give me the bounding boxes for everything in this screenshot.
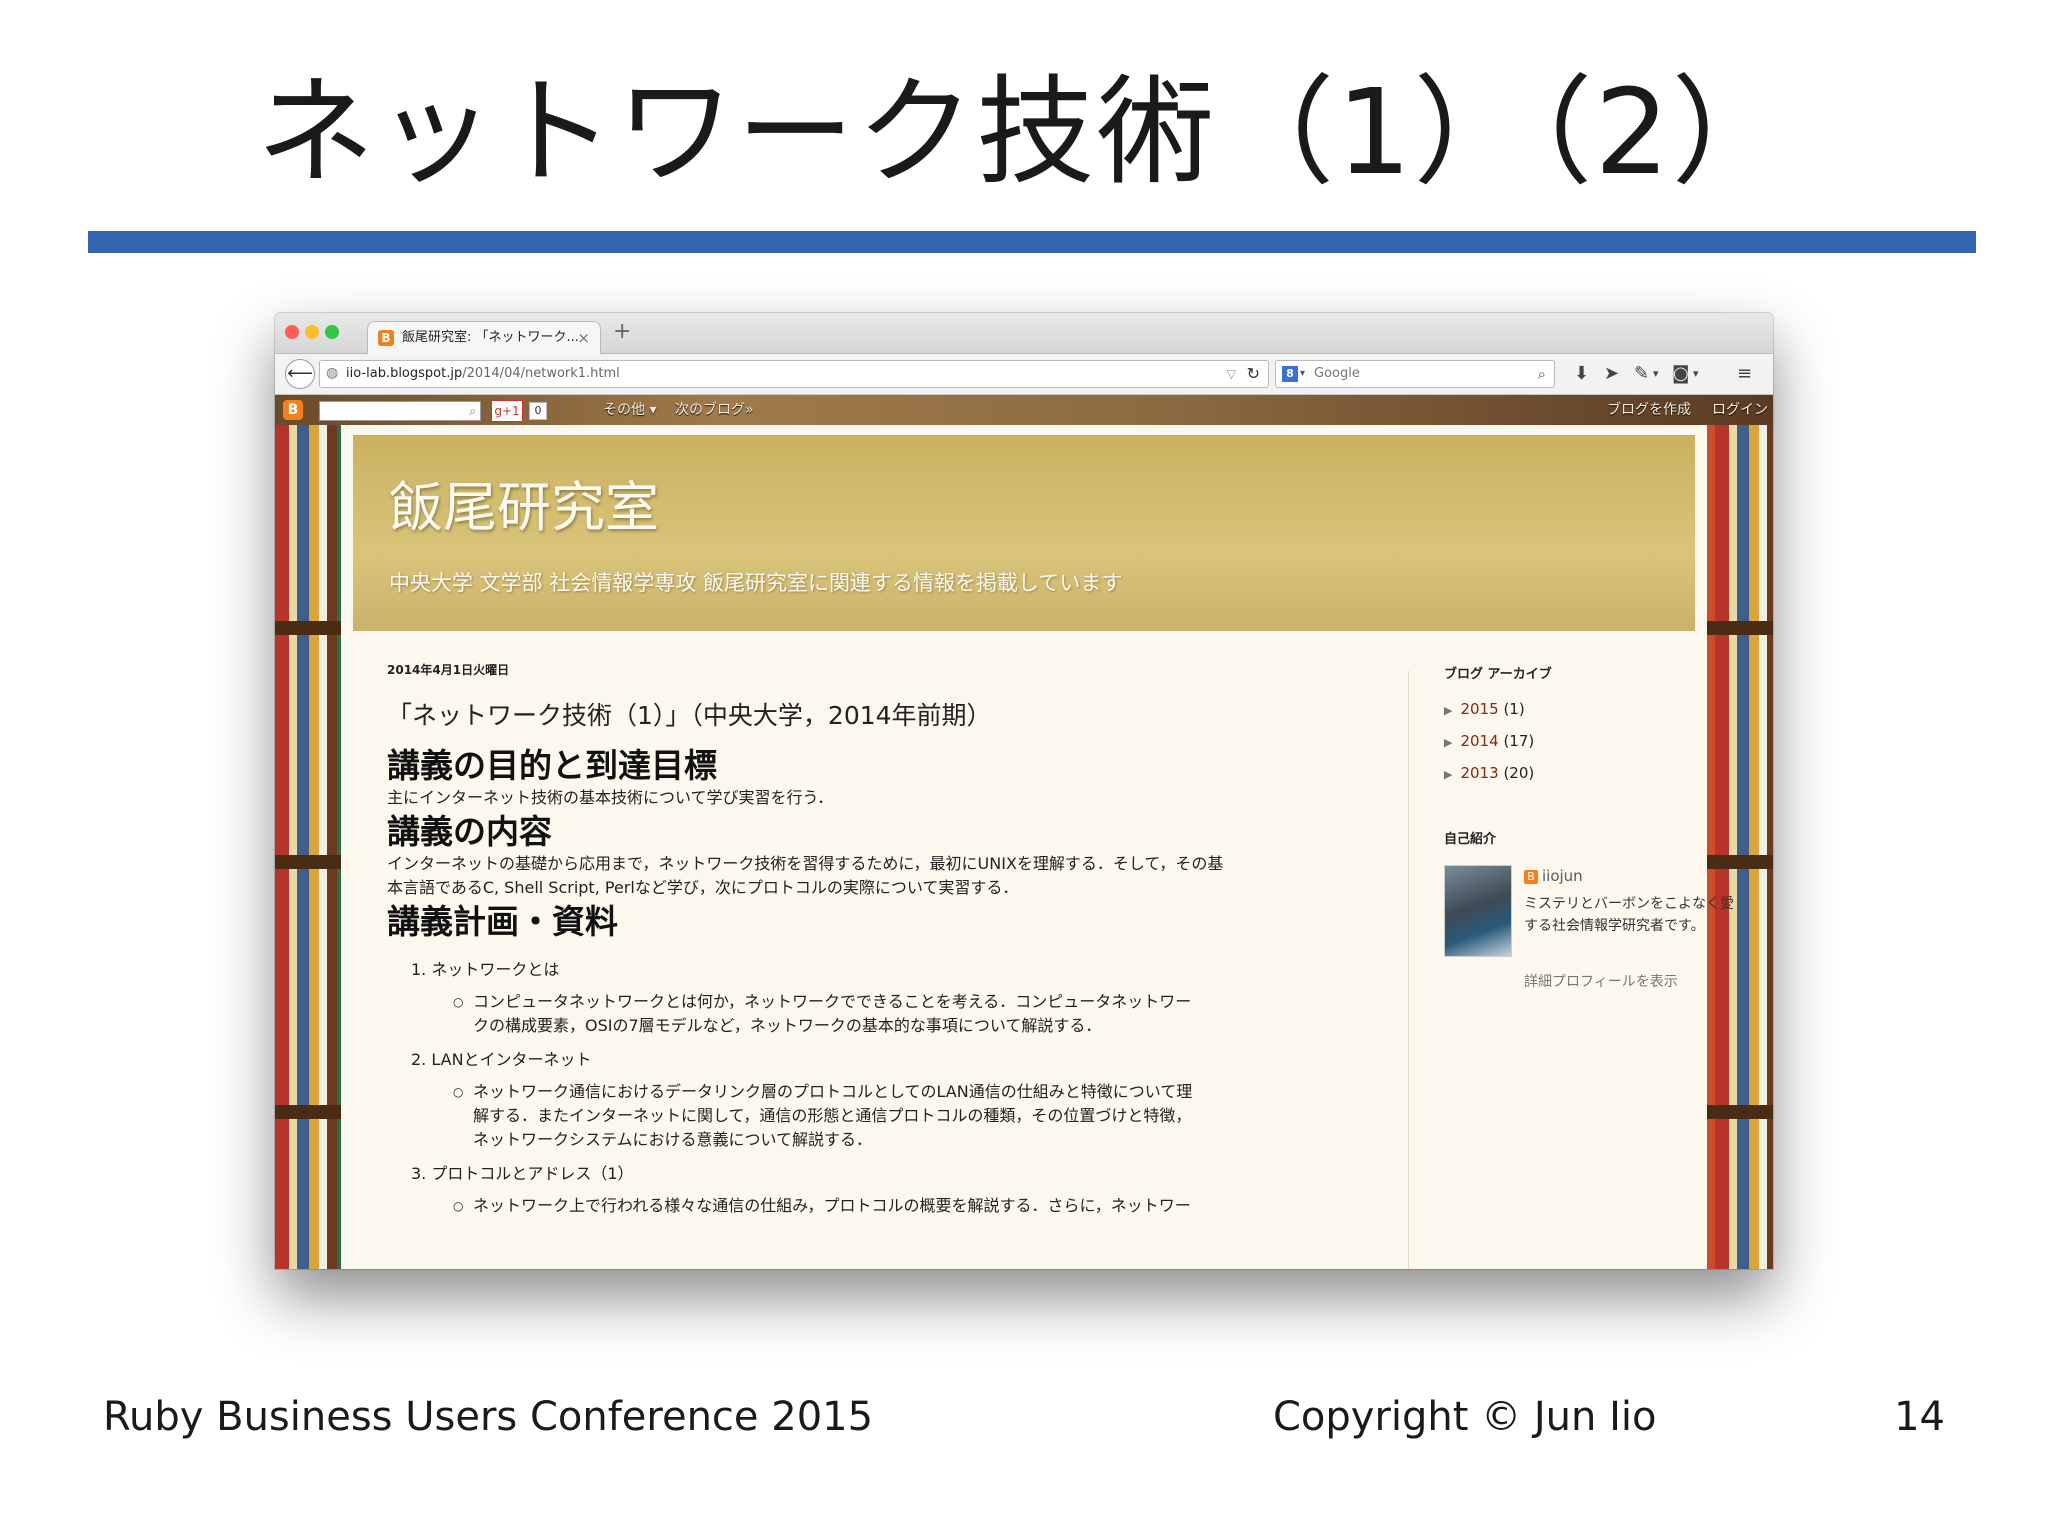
back-arrow-icon[interactable]: ⟵	[285, 359, 315, 389]
url-host: iio-lab.blogspot.jp	[346, 366, 463, 381]
profile-name[interactable]: iiojun	[1542, 867, 1583, 885]
sidebar: ブログ アーカイブ ▶ 2015 (1) ▶ 2014 (17) ▶ 2013 (20…	[1444, 663, 1734, 1005]
heading-content: 講義の内容	[387, 812, 552, 851]
search-placeholder: Google	[1314, 366, 1360, 381]
expand-triangle-icon[interactable]: ▶	[1444, 736, 1452, 749]
list-item: 2. LANとインターネット	[411, 1050, 592, 1069]
reload-icon[interactable]: ↻	[1247, 361, 1260, 387]
list-item-detail: コンピュータネットワークとは何か，ネットワークでできることを考える．コンピュータ…	[453, 990, 1397, 1014]
zoom-window-button[interactable]	[325, 325, 339, 339]
expand-triangle-icon[interactable]: ▶	[1444, 704, 1452, 717]
archive-count: (17)	[1503, 732, 1535, 750]
archive-year[interactable]: 2014	[1460, 732, 1498, 750]
archive-list: ▶ 2015 (1) ▶ 2014 (17) ▶ 2013 (20)	[1444, 694, 1724, 790]
download-icon[interactable]: ⬇	[1574, 362, 1589, 386]
archive-item[interactable]: ▶ 2015 (1)	[1444, 694, 1724, 726]
next-blog-link[interactable]: 次のブログ»	[675, 395, 754, 425]
archive-item[interactable]: ▶ 2013 (20)	[1444, 758, 1724, 790]
list-item-detail: ネットワークシステムにおける意義について解説する．	[473, 1130, 873, 1149]
post-title: 「ネットワーク技術（1）」（中央大学，2014年前期）	[387, 701, 992, 730]
list-item-detail: 解する．またインターネットに関して，通信の形態と通信プロトコルの種類，その位置づ…	[473, 1106, 1192, 1125]
footer-copyright: Copyright © Jun Iio	[1273, 1394, 1657, 1440]
new-tab-button[interactable]: +	[613, 319, 631, 344]
search-bar[interactable]: 8 ▾ Google ⌕	[1275, 360, 1555, 388]
archive-year[interactable]: 2015	[1460, 700, 1498, 718]
blog-content: 飯尾研究室 中央大学 文学部 社会情報学専攻 飯尾研究室に関連する情報を掲載して…	[341, 425, 1734, 1269]
close-window-button[interactable]	[285, 325, 299, 339]
profile-heading: 自己紹介	[1444, 832, 1497, 847]
footer-conference: Ruby Business Users Conference 2015	[103, 1394, 874, 1440]
more-menu[interactable]: その他 ▾	[603, 395, 656, 425]
tab-bar: B 飯尾研究室: 「ネットワーク... × +	[275, 313, 1773, 354]
archive-year[interactable]: 2013	[1460, 764, 1498, 782]
google-engine-icon[interactable]: 8	[1282, 366, 1298, 382]
archive-count: (1)	[1503, 700, 1525, 718]
blog-description: 中央大学 文学部 社会情報学専攻 飯尾研究室に関連する情報を掲載しています	[389, 571, 1123, 595]
url-path: /2014/04/network1.html	[462, 366, 620, 381]
blog-title[interactable]: 飯尾研究室	[389, 463, 659, 542]
archive-heading: ブログ アーカイブ	[1444, 667, 1552, 682]
paragraph-goal: 主にインターネット技術の基本技術について学び実習を行う．	[387, 788, 834, 807]
browser-tab[interactable]: B 飯尾研究室: 「ネットワーク... ×	[367, 321, 601, 354]
tab-close-icon[interactable]: ×	[577, 322, 590, 354]
browser-window: B 飯尾研究室: 「ネットワーク... × + ⟵ ◍ iio-lab.blog…	[275, 313, 1773, 1269]
extension-dropdown-icon[interactable]: ▾	[1653, 362, 1659, 386]
column-divider	[1408, 671, 1409, 1269]
blogger-favicon-icon: B	[378, 330, 394, 346]
post: 2014年4月1日火曜日 「ネットワーク技術（1）」（中央大学，2014年前期）…	[387, 661, 1397, 1218]
list-item-detail: クの構成要素，OSIの7層モデルなど，ネットワークの基本的な事項について解説する…	[473, 1016, 1102, 1035]
search-icon[interactable]: ⌕	[1538, 361, 1546, 387]
tab-title: 飯尾研究室: 「ネットワーク...	[402, 330, 579, 345]
blog-search-input[interactable]: ⌕	[319, 401, 481, 421]
blog-header: 飯尾研究室 中央大学 文学部 社会情報学専攻 飯尾研究室に関連する情報を掲載して…	[353, 435, 1695, 631]
blogger-navbar: B ⌕ g+1 0 その他 ▾ 次のブログ» ブログを作成 ログイン	[275, 395, 1773, 425]
login-link[interactable]: ログイン	[1712, 395, 1768, 425]
title-underline	[88, 231, 1976, 253]
lecture-plan-list: 1. ネットワークとは コンピュータネットワークとは何か，ネットワークでできるこ…	[387, 958, 1397, 1218]
screenshot-icon[interactable]: ◙	[1672, 362, 1689, 386]
archive-count: (20)	[1503, 764, 1535, 782]
minimize-window-button[interactable]	[305, 325, 319, 339]
globe-icon: ◍	[326, 365, 339, 381]
expand-triangle-icon[interactable]: ▶	[1444, 768, 1452, 781]
heading-goal: 講義の目的と到達目標	[387, 746, 717, 785]
blogger-profile-icon: B	[1524, 869, 1538, 884]
engine-dropdown-icon[interactable]: ▾	[1300, 361, 1305, 387]
page-number: 14	[1894, 1394, 1945, 1440]
list-item-detail: ネットワーク上で行われる様々な通信の仕組み，プロトコルの概要を解説する．さらに，…	[453, 1194, 1397, 1218]
screenshot-dropdown-icon[interactable]: ▾	[1693, 362, 1699, 386]
blogger-logo-icon[interactable]: B	[283, 400, 303, 420]
create-blog-link[interactable]: ブログを作成	[1607, 395, 1691, 425]
google-plus-button[interactable]: g+1	[491, 400, 523, 422]
post-date: 2014年4月1日火曜日	[387, 663, 510, 677]
heading-plan: 講義計画・資料	[387, 902, 618, 941]
list-item: 1. ネットワークとは	[411, 960, 560, 979]
avatar[interactable]	[1444, 865, 1512, 957]
paragraph-content-line: 本言語であるC, Shell Script, Perlなど学び，次にプロトコルの…	[387, 878, 1019, 897]
history-dropdown-icon[interactable]: ▽	[1227, 361, 1236, 387]
nav-toolbar: ⟵ ◍ iio-lab.blogspot.jp/2014/04/network1…	[275, 354, 1773, 395]
address-bar[interactable]: ◍ iio-lab.blogspot.jp/2014/04/network1.h…	[319, 360, 1269, 388]
paragraph-content-line: インターネットの基礎から応用まで，ネットワーク技術を習得するために，最初にUNI…	[387, 854, 1224, 873]
extension-icon[interactable]: ✎	[1634, 362, 1649, 386]
list-item: 3. プロトコルとアドレス（1）	[411, 1164, 634, 1183]
profile-link[interactable]: 詳細プロフィールを表示	[1524, 971, 1678, 991]
slide-title: ネットワーク技術（1）（2）	[256, 63, 1792, 201]
send-icon[interactable]: ➤	[1604, 362, 1619, 386]
menu-icon[interactable]: ≡	[1737, 362, 1752, 386]
search-icon[interactable]: ⌕	[469, 402, 476, 420]
list-item-detail: ネットワーク通信におけるデータリンク層のプロトコルとしてのLAN通信の仕組みと特…	[453, 1080, 1397, 1104]
plus-count: 0	[529, 402, 547, 420]
archive-item[interactable]: ▶ 2014 (17)	[1444, 726, 1724, 758]
profile-box: Biiojun ミステリとバーボンをこよなく愛する社会情報学研究者です。 詳細プ…	[1444, 865, 1734, 1005]
profile-text: ミステリとバーボンをこよなく愛する社会情報学研究者です。	[1524, 896, 1734, 934]
